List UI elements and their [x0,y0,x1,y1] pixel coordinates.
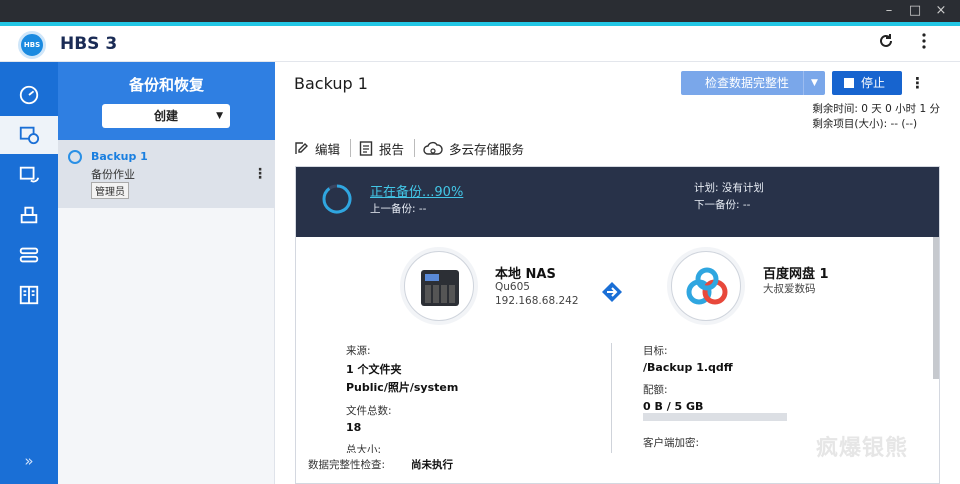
multicloud-label: 多云存储服务 [449,141,525,157]
details-divider [611,343,612,461]
remaining-items: 剩余项目(大小): -- (--) [812,118,918,130]
target-details: 目标: /Backup 1.qdff 配额: 0 B / 5 GB 客户端加密: [643,343,733,450]
edit-icon [295,141,308,154]
logs-icon[interactable] [4,276,54,314]
close-button[interactable]: × [930,2,952,20]
sync-icon[interactable] [4,156,54,194]
source-count: 1 个文件夹 [346,363,402,376]
remaining-time: 剩余时间: 0 天 0 小时 1 分 [812,103,940,115]
schedule-plan: 计划: 没有计划 [694,182,764,194]
create-button[interactable]: 创建 ▼ [102,104,230,128]
toolbar-divider [350,139,352,157]
direction-arrow-icon [602,282,622,302]
source-node-name: 本地 NAS [495,267,556,282]
last-backup: 上一备份: -- [370,203,427,215]
scrollbar[interactable] [933,237,939,379]
hbs-logo-icon: HBS [18,31,46,59]
job-owner-badge: 管理员 [91,182,129,199]
source-label: 来源: [346,345,371,357]
job-more-icon[interactable]: ⋮ [253,166,267,182]
more-options-icon[interactable] [913,33,935,55]
source-node-ip: 192.168.68.242 [495,295,579,307]
baidu-netdisk-icon [671,251,741,321]
stop-label: 停止 [861,76,886,90]
source-details: 来源: 1 个文件夹 Public/照片/system 文件总数: 18 总大小… [346,343,458,457]
nas-device-icon [404,251,474,321]
report-icon [359,140,373,156]
edit-button[interactable]: 编辑 [294,139,350,158]
backup-restore-icon[interactable] [0,116,58,154]
job-detail-panel: Backup 1 检查数据完整性 ▼ 停止 ⋮ 剩余时间: 0 天 0 小时 1… [276,62,960,484]
app-title: HBS 3 [60,34,118,54]
toolbar-divider [414,139,416,157]
job-type: 备份作业 [91,168,135,181]
progress-spinner-icon [322,184,352,214]
check-integrity-button[interactable]: 检查数据完整性 ▼ [681,71,825,95]
maximize-button[interactable]: □ [904,2,926,20]
cloud-icon [423,141,443,155]
job-list-item[interactable]: Backup 1 备份作业 管理员 ⋮ [58,140,275,208]
quota-usage-bar [643,413,787,421]
watermark-text: 疯爆银熊 [816,436,909,461]
app-titlebar: HBS HBS 3 [0,26,960,62]
job-progress-ring-icon [68,150,82,164]
encryption-label: 客户端加密: [643,437,700,449]
job-list-title: 备份和恢复 [128,76,204,94]
nav-rail: » [0,62,58,484]
dest-node-account: 大叔爱数码 [763,283,816,295]
stop-button[interactable]: 停止 [832,71,902,95]
quota-value: 0 B / 5 GB [643,400,704,413]
expand-rail-icon[interactable]: » [0,452,58,470]
job-name: Backup 1 [91,150,148,163]
more-options-icon[interactable]: ⋮ [910,71,925,95]
backup-status-link[interactable]: 正在备份...90% [370,181,463,200]
source-path: Public/照片/system [346,381,459,394]
multicloud-button[interactable]: 多云存储服务 [423,139,534,158]
source-node-model: Qu605 [495,281,530,293]
integrity-value: 尚未执行 [411,459,453,471]
integrity-label: 数据完整性检查: [308,459,386,471]
report-button[interactable]: 报告 [359,139,414,158]
target-value: /Backup 1.qdff [643,361,733,374]
dest-node-name: 百度网盘 1 [763,267,829,282]
stop-icon [844,78,854,88]
total-files: 18 [346,421,362,434]
refresh-icon[interactable] [875,33,897,55]
target-label: 目标: [643,345,668,357]
job-list-header: 备份和恢复 创建 ▼ [58,62,275,140]
create-button-label: 创建 [153,109,178,123]
next-backup: 下一备份: -- [694,199,751,211]
chevron-down-icon[interactable]: ▼ [803,71,825,95]
quota-label: 配额: [643,384,668,396]
status-bar: 正在备份...90% 上一备份: -- 计划: 没有计划 下一备份: -- [296,167,939,237]
remaining-info: 剩余时间: 0 天 0 小时 1 分 剩余项目(大小): -- (--) [812,102,940,132]
chevron-down-icon: ▼ [216,111,223,121]
hbs-app-window: HBS HBS 3 » 备份和恢复 创建 ▼ Backup 1 备份作业 管理员… [0,26,960,484]
edit-label: 编辑 [315,141,341,157]
check-integrity-label: 检查数据完整性 [705,76,790,90]
storage-icon[interactable] [4,196,54,234]
page-title: Backup 1 [294,74,368,93]
dashboard-icon[interactable] [4,76,54,114]
job-list-panel: 备份和恢复 创建 ▼ Backup 1 备份作业 管理员 ⋮ [58,62,275,484]
report-label: 报告 [379,141,405,157]
services-icon[interactable] [4,236,54,274]
total-files-label: 文件总数: [346,405,392,417]
minimize-button[interactable]: – [878,2,900,20]
job-toolbar: 编辑 报告 多云存储服务 [294,138,534,158]
